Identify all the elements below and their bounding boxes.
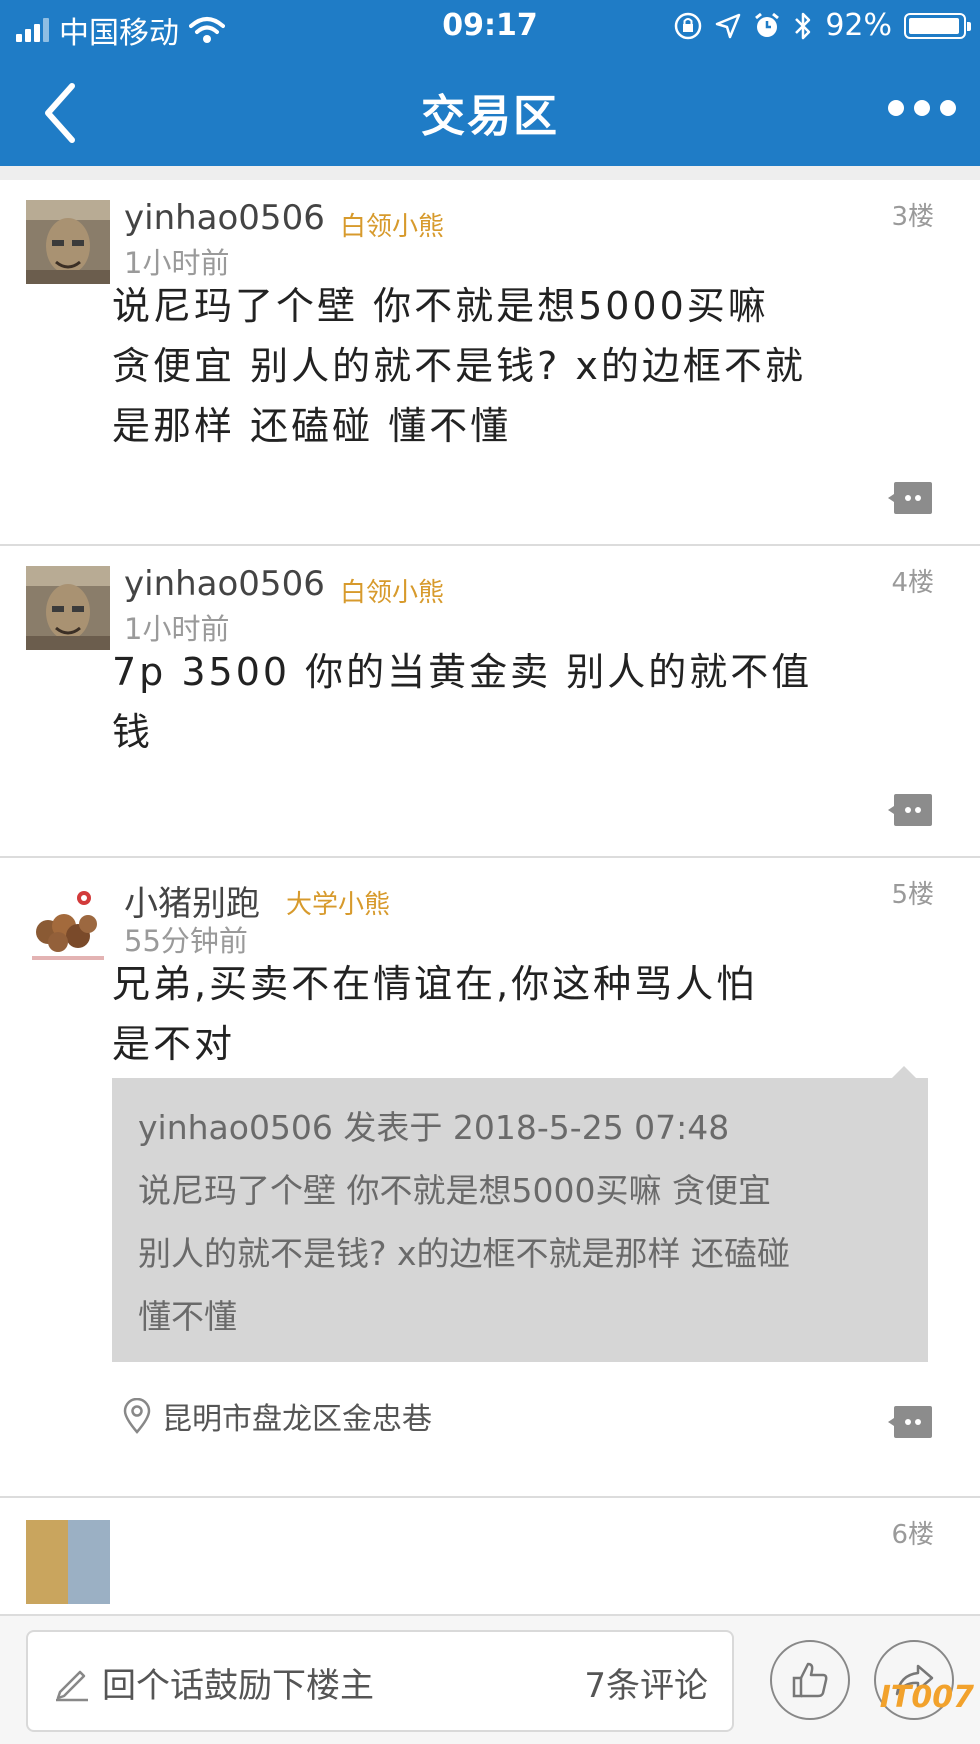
reply-bubble-icon[interactable] [886, 1404, 934, 1440]
avatar[interactable] [26, 566, 110, 650]
like-button[interactable] [770, 1640, 850, 1720]
author-name[interactable]: yinhao0506 [124, 198, 325, 238]
post-item: 小猪别跑 大学小熊 55分钟前 5楼 兄弟,买卖不在情谊在,你这种骂人怕 是不对… [0, 858, 980, 1498]
floor-number: 5楼 [891, 880, 934, 910]
quoted-post[interactable]: yinhao0506 发表于 2018-5-25 07:48 说尼玛了个壁 你不… [112, 1066, 928, 1362]
comment-input[interactable]: 回个话鼓励下楼主 7条评论 [26, 1630, 734, 1732]
user-badge: 白领小熊 [340, 212, 445, 242]
comment-count[interactable]: 7条评论 [584, 1658, 708, 1707]
status-bar: 中国移动 09:17 92% [0, 0, 980, 54]
location-label: 昆明市盘龙区金忠巷 [162, 1402, 432, 1437]
alarm-icon [755, 12, 780, 37]
floor-number: 6楼 [891, 1520, 934, 1550]
pencil-icon [56, 1670, 88, 1702]
author-name[interactable]: yinhao0506 [124, 564, 325, 604]
lock-rotation-icon [675, 12, 702, 39]
reply-bubble-icon[interactable] [886, 792, 934, 828]
post-item: yinhao0506 白领小熊 1小时前 3楼 说尼玛了个壁 你不就是想5000… [0, 180, 980, 546]
bottom-bar: 回个话鼓励下楼主 7条评论 IT007 [0, 1614, 980, 1744]
comment-placeholder: 回个话鼓励下楼主 [102, 1666, 374, 1706]
bluetooth-icon [795, 12, 811, 39]
top-bar: 中国移动 09:17 92% 交易区 [0, 0, 980, 166]
quote-line: 懂不懂 [138, 1297, 237, 1336]
status-right: 92% [673, 8, 971, 43]
avatar[interactable] [26, 1520, 110, 1604]
content-line: 兄弟,买卖不在情谊在,你这种骂人怕 [112, 962, 758, 1006]
avatar[interactable] [26, 200, 110, 284]
more-icon[interactable] [888, 100, 956, 116]
watermark-logo: IT007 [879, 1680, 974, 1715]
avatar[interactable] [26, 884, 110, 968]
battery-percent: 92% [825, 8, 892, 43]
quote-header: yinhao0506 发表于 2018-5-25 07:48 [138, 1108, 730, 1147]
location-pin-icon [123, 1398, 151, 1434]
user-badge: 白领小熊 [340, 578, 445, 608]
content-line: 7p 3500 你的当黄金卖 别人的就不值 [112, 650, 813, 694]
post-content: 说尼玛了个壁 你不就是想5000买嘛 贪便宜 别人的就不是钱? x的边框不就 是… [112, 276, 932, 456]
floor-number: 4楼 [891, 568, 934, 598]
reply-bubble-icon[interactable] [886, 480, 934, 516]
post-content: 7p 3500 你的当黄金卖 别人的就不值 钱 [112, 642, 932, 762]
post-feed[interactable]: yinhao0506 白领小熊 1小时前 3楼 说尼玛了个壁 你不就是想5000… [0, 166, 980, 1614]
content-line: 钱 [112, 710, 154, 754]
battery-icon [904, 12, 971, 39]
post-location[interactable]: 昆明市盘龙区金忠巷 [122, 1394, 432, 1438]
quote-line: 说尼玛了个壁 你不就是想5000买嘛 贪便宜 [138, 1171, 771, 1210]
nav-bar: 交易区 [0, 60, 980, 166]
content-line: 是不对 [112, 1022, 236, 1066]
quote-line: 别人的就不是钱? x的边框不就是那样 还磕碰 [138, 1234, 791, 1273]
content-line: 贪便宜 别人的就不是钱? x的边框不就 [112, 344, 806, 388]
thumbs-up-icon [792, 1662, 828, 1698]
post-content: 兄弟,买卖不在情谊在,你这种骂人怕 是不对 [112, 954, 932, 1074]
content-line: 说尼玛了个壁 你不就是想5000买嘛 [112, 284, 769, 328]
floor-number: 3楼 [891, 202, 934, 232]
content-line: 是那样 还磕碰 懂不懂 [112, 404, 512, 448]
post-item: yinhao0506 白领小熊 1小时前 4楼 7p 3500 你的当黄金卖 别… [0, 546, 980, 858]
post-item: 6楼 [0, 1498, 980, 1614]
user-badge: 大学小熊 [286, 890, 391, 920]
location-arrow-icon [716, 13, 741, 38]
page-title: 交易区 [421, 91, 559, 142]
